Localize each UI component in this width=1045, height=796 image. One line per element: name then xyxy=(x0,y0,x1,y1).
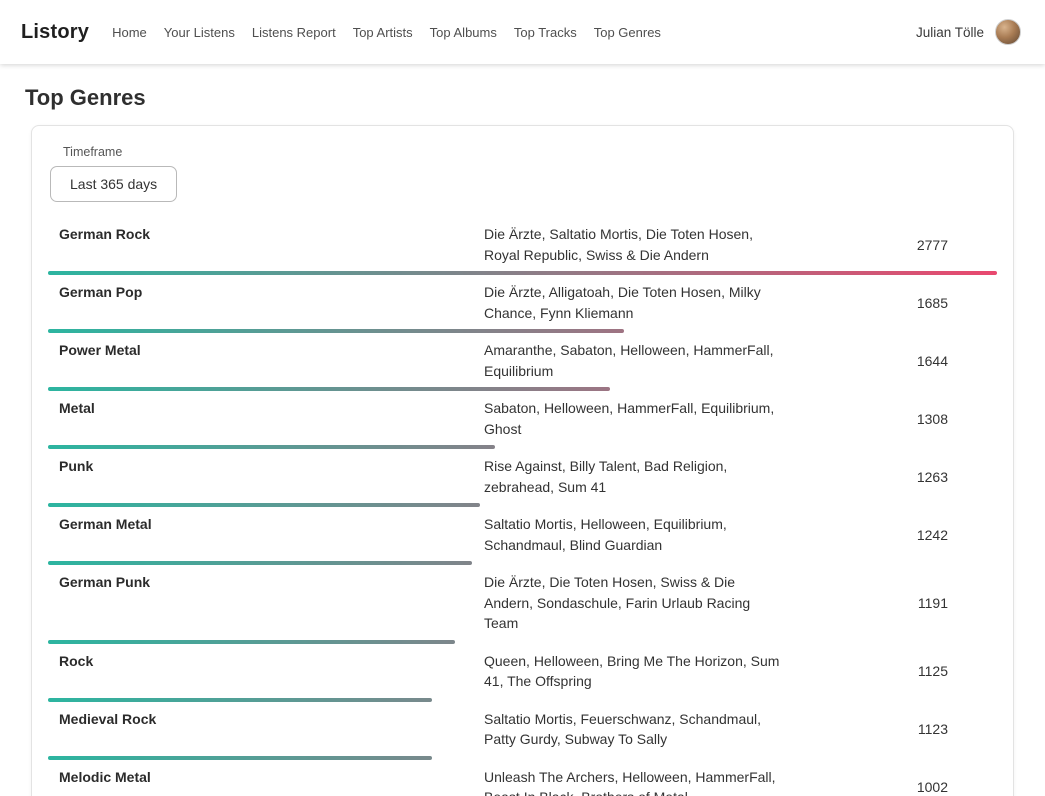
genre-count: 1002 xyxy=(917,779,997,795)
genre-count: 1242 xyxy=(917,527,997,543)
genre-bar xyxy=(48,503,997,507)
timeframe-label: Timeframe xyxy=(63,145,997,159)
genre-bar-fill xyxy=(48,756,432,760)
nav-item-home[interactable]: Home xyxy=(112,25,147,40)
genre-bar-gradient xyxy=(48,387,610,391)
genre-bar xyxy=(48,387,997,391)
genre-bar-gradient xyxy=(48,756,432,760)
genre-bar xyxy=(48,561,997,565)
avatar[interactable] xyxy=(995,19,1021,45)
top-navbar: Listory Home Your Listens Listens Report To… xyxy=(0,0,1045,64)
genre-count: 1191 xyxy=(918,595,997,611)
genre-artists: Unleash The Archers, Helloween, HammerFa… xyxy=(484,767,784,796)
genre-bar-gradient xyxy=(48,640,455,644)
genre-bar xyxy=(48,445,997,449)
genre-count: 1263 xyxy=(917,469,997,485)
table-row: Medieval Rock Saltatio Mortis, Feuerschw… xyxy=(48,702,997,760)
genre-bar-gradient xyxy=(48,271,997,275)
nav-item-top-tracks[interactable]: Top Tracks xyxy=(514,25,577,40)
nav-item-top-albums[interactable]: Top Albums xyxy=(430,25,497,40)
genre-name: Metal xyxy=(48,398,484,418)
genre-bar xyxy=(48,271,997,275)
page-title: Top Genres xyxy=(25,85,1045,111)
genre-artists: Die Ärzte, Alligatoah, Die Toten Hosen, … xyxy=(484,282,784,323)
genre-table: German Rock Die Ärzte, Saltatio Mortis, … xyxy=(48,217,997,796)
genre-bar-gradient xyxy=(48,503,480,507)
table-row: German Pop Die Ärzte, Alligatoah, Die To… xyxy=(48,275,997,333)
genre-name: Rock xyxy=(48,651,484,671)
nav-item-top-genres[interactable]: Top Genres xyxy=(594,25,661,40)
genre-artists: Sabaton, Helloween, HammerFall, Equilibr… xyxy=(484,398,784,439)
timeframe-selected-value: Last 365 days xyxy=(70,176,157,192)
table-row: Metal Sabaton, Helloween, HammerFall, Eq… xyxy=(48,391,997,449)
genre-bar-gradient xyxy=(48,698,432,702)
genre-count: 1123 xyxy=(918,721,997,737)
genre-bar-gradient xyxy=(48,561,472,565)
genre-artists: Queen, Helloween, Bring Me The Horizon, … xyxy=(484,651,784,692)
table-row: German Rock Die Ärzte, Saltatio Mortis, … xyxy=(48,217,997,275)
genre-bar-fill xyxy=(48,271,997,275)
genre-bar-fill xyxy=(48,561,472,565)
genre-artists: Saltatio Mortis, Helloween, Equilibrium,… xyxy=(484,514,784,555)
genre-name: German Metal xyxy=(48,514,484,534)
genre-bar xyxy=(48,640,997,644)
nav-item-listens-report[interactable]: Listens Report xyxy=(252,25,336,40)
genre-bar xyxy=(48,329,997,333)
genre-bar-fill xyxy=(48,503,480,507)
genre-count: 1644 xyxy=(917,353,997,369)
nav-links: Home Your Listens Listens Report Top Artist… xyxy=(112,25,916,40)
table-row: German Punk Die Ärzte, Die Toten Hosen, … xyxy=(48,565,997,644)
genre-name: Melodic Metal xyxy=(48,767,484,787)
table-row: Melodic Metal Unleash The Archers, Hello… xyxy=(48,760,997,796)
genre-bar-fill xyxy=(48,640,455,644)
genre-bar-fill xyxy=(48,445,495,449)
genre-bar xyxy=(48,698,997,702)
genre-artists: Rise Against, Billy Talent, Bad Religion… xyxy=(484,456,784,497)
table-row: Rock Queen, Helloween, Bring Me The Hori… xyxy=(48,644,997,702)
genre-artists: Amaranthe, Sabaton, Helloween, HammerFal… xyxy=(484,340,784,381)
table-row: Power Metal Amaranthe, Sabaton, Hellowee… xyxy=(48,333,997,391)
genre-bar-fill xyxy=(48,387,610,391)
genre-name: German Punk xyxy=(48,572,484,592)
genre-count: 1308 xyxy=(917,411,997,427)
genre-name: Medieval Rock xyxy=(48,709,484,729)
top-genres-card: Timeframe Last 365 days German Rock Die … xyxy=(31,125,1014,796)
genre-bar-fill xyxy=(48,698,432,702)
genre-artists: Die Ärzte, Saltatio Mortis, Die Toten Ho… xyxy=(484,224,784,265)
genre-count: 1125 xyxy=(918,663,997,679)
genre-name: Punk xyxy=(48,456,484,476)
genre-artists: Saltatio Mortis, Feuerschwanz, Schandmau… xyxy=(484,709,784,750)
timeframe-select[interactable]: Last 365 days xyxy=(50,166,177,202)
genre-bar xyxy=(48,756,997,760)
nav-item-your-listens[interactable]: Your Listens xyxy=(164,25,235,40)
nav-item-top-artists[interactable]: Top Artists xyxy=(353,25,413,40)
genre-name: German Pop xyxy=(48,282,484,302)
genre-count: 2777 xyxy=(917,237,997,253)
brand-logo[interactable]: Listory xyxy=(21,21,89,44)
user-menu[interactable]: Julian Tölle xyxy=(916,19,1021,45)
genre-artists: Die Ärzte, Die Toten Hosen, Swiss & Die … xyxy=(484,572,784,634)
genre-bar-gradient xyxy=(48,445,495,449)
genre-name: German Rock xyxy=(48,224,484,244)
genre-name: Power Metal xyxy=(48,340,484,360)
user-name: Julian Tölle xyxy=(916,25,984,40)
table-row: Punk Rise Against, Billy Talent, Bad Rel… xyxy=(48,449,997,507)
genre-count: 1685 xyxy=(917,295,997,311)
genre-bar-gradient xyxy=(48,329,624,333)
table-row: German Metal Saltatio Mortis, Helloween,… xyxy=(48,507,997,565)
genre-bar-fill xyxy=(48,329,624,333)
